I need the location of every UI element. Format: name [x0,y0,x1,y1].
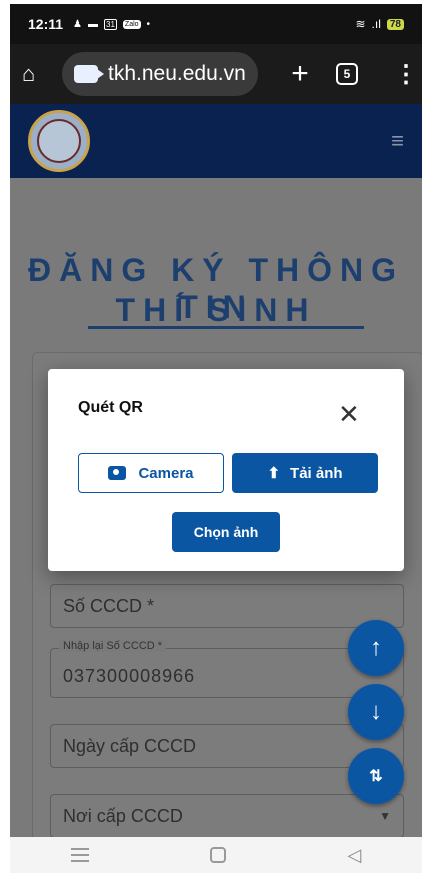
home-icon[interactable]: ⌂ [22,61,50,87]
camera-icon [108,466,127,480]
phone-screen: 12:11 ♟ ▬ 31 Zalo • ≋ .ıl 78 ⌂ tkh.neu.e… [10,4,422,873]
dash-icon: ▬ [88,18,99,30]
upload-image-button[interactable]: ⬆ Tải ảnh [232,453,378,493]
arrow-up-icon: ↑ [370,634,382,661]
confirm-cccd-value: 037300008966 [63,665,196,686]
system-nav-bar: ◁ [10,837,422,873]
scroll-up-button[interactable]: ↑ [348,620,404,676]
camera-button-label: Camera [138,464,194,482]
qr-scan-dialog: Quét QR ✕ Camera ⬆ Tải ảnh Chọn ảnh [48,369,404,571]
back-icon[interactable]: ◁ [347,845,361,866]
choose-image-button[interactable]: Chọn ảnh [172,512,280,552]
more-menu-icon[interactable]: ⋮ [394,60,418,89]
upload-button-label: Tải ảnh [290,464,343,482]
person-icon: ♟ [73,18,83,30]
page-title-line2: THÍ SINH [115,292,317,328]
close-icon[interactable]: ✕ [338,401,360,427]
scroll-down-button[interactable]: ↓ [348,684,404,740]
upload-icon: ⬆ [267,465,281,482]
status-icons: ♟ ▬ 31 Zalo • [73,18,151,30]
confirm-cccd-label: Nhập lại Số CCCD * [59,640,167,652]
status-right: ≋ .ıl 78 [355,17,404,31]
sliders-icon: ⇅ [369,768,383,785]
chat-icon: Zalo [122,19,141,29]
arrow-down-icon: ↓ [370,698,382,725]
recent-apps-icon[interactable] [70,848,89,862]
video-camera-icon [74,65,104,83]
signal-icon: .ıl [371,17,381,31]
browser-toolbar: ⌂ tkh.neu.edu.vn + 5 ⋮ [10,44,422,104]
status-bar: 12:11 ♟ ▬ 31 Zalo • ≋ .ıl 78 [10,4,422,44]
university-logo[interactable] [28,110,90,172]
tab-switcher-button[interactable]: 5 [336,63,358,85]
issue-place-select[interactable]: Nơi cấp CCCD ▼ [50,794,404,838]
dot-icon: • [146,18,151,30]
camera-button[interactable]: Camera [78,453,224,493]
chevron-down-icon: ▼ [379,809,391,823]
choose-image-label: Chọn ảnh [193,524,259,540]
logo-emblem [37,119,81,163]
hamburger-menu-icon[interactable]: ≡ [391,128,404,154]
address-bar[interactable]: tkh.neu.edu.vn [62,52,258,96]
status-time: 12:11 [28,16,64,32]
wifi-icon: ≋ [355,17,366,31]
site-header: ≡ [10,104,422,178]
dialog-title: Quét QR [78,399,143,416]
battery-icon: 78 [386,18,404,30]
home-button-icon[interactable] [210,847,227,863]
issue-place-placeholder: Nơi cấp CCCD [63,805,183,826]
issue-date-placeholder: Ngày cấp CCCD [63,735,197,756]
settings-fab-button[interactable]: ⇅ [348,748,404,804]
cccd-placeholder: Số CCCD * [63,595,155,616]
new-tab-button[interactable]: + [280,57,320,91]
url-text: tkh.neu.edu.vn [108,62,246,85]
cccd-field[interactable]: Số CCCD * [50,584,404,628]
calendar-icon: 31 [104,18,117,30]
title-underline [88,326,364,329]
